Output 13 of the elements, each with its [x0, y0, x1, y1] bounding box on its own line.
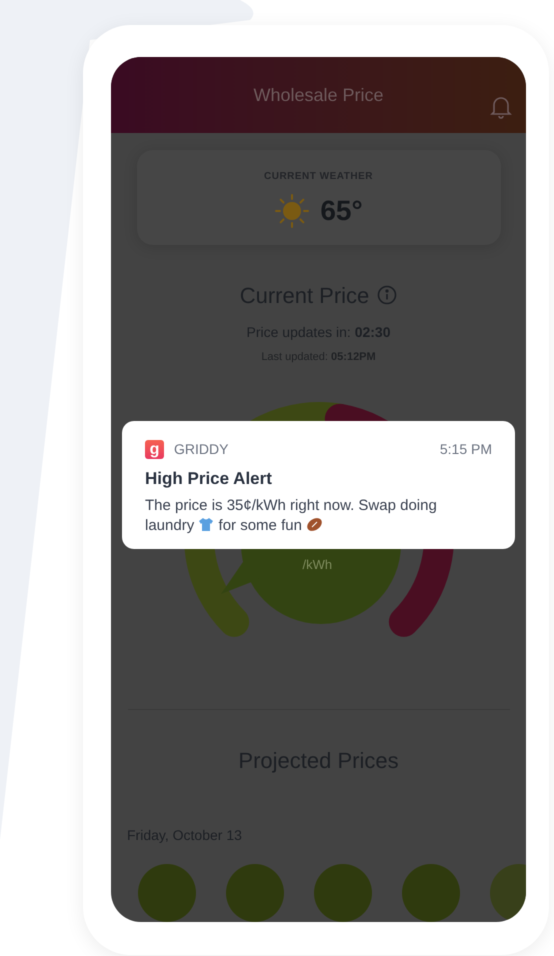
bell-icon[interactable] — [490, 95, 512, 119]
info-icon[interactable] — [377, 285, 398, 306]
sun-icon — [274, 193, 310, 229]
app-name: GRIDDY — [174, 440, 228, 459]
shirt-icon — [198, 516, 214, 532]
notification-time: 5:15 PM — [440, 440, 492, 459]
app-logo: g — [145, 440, 164, 459]
header-title: Wholesale Price — [253, 84, 384, 106]
price-unit: /kWh — [302, 556, 332, 574]
notification-card[interactable]: g GRIDDY 5:15 PM High Price Alert The price is 35¢/kWh right now. Swap doing laundry for some fun — [122, 421, 515, 549]
football-icon — [306, 516, 324, 532]
notification-message: The price is 35¢/kWh right now. Swap doing laundry for some fun — [145, 496, 438, 536]
notification-title: High Price Alert — [145, 468, 273, 490]
